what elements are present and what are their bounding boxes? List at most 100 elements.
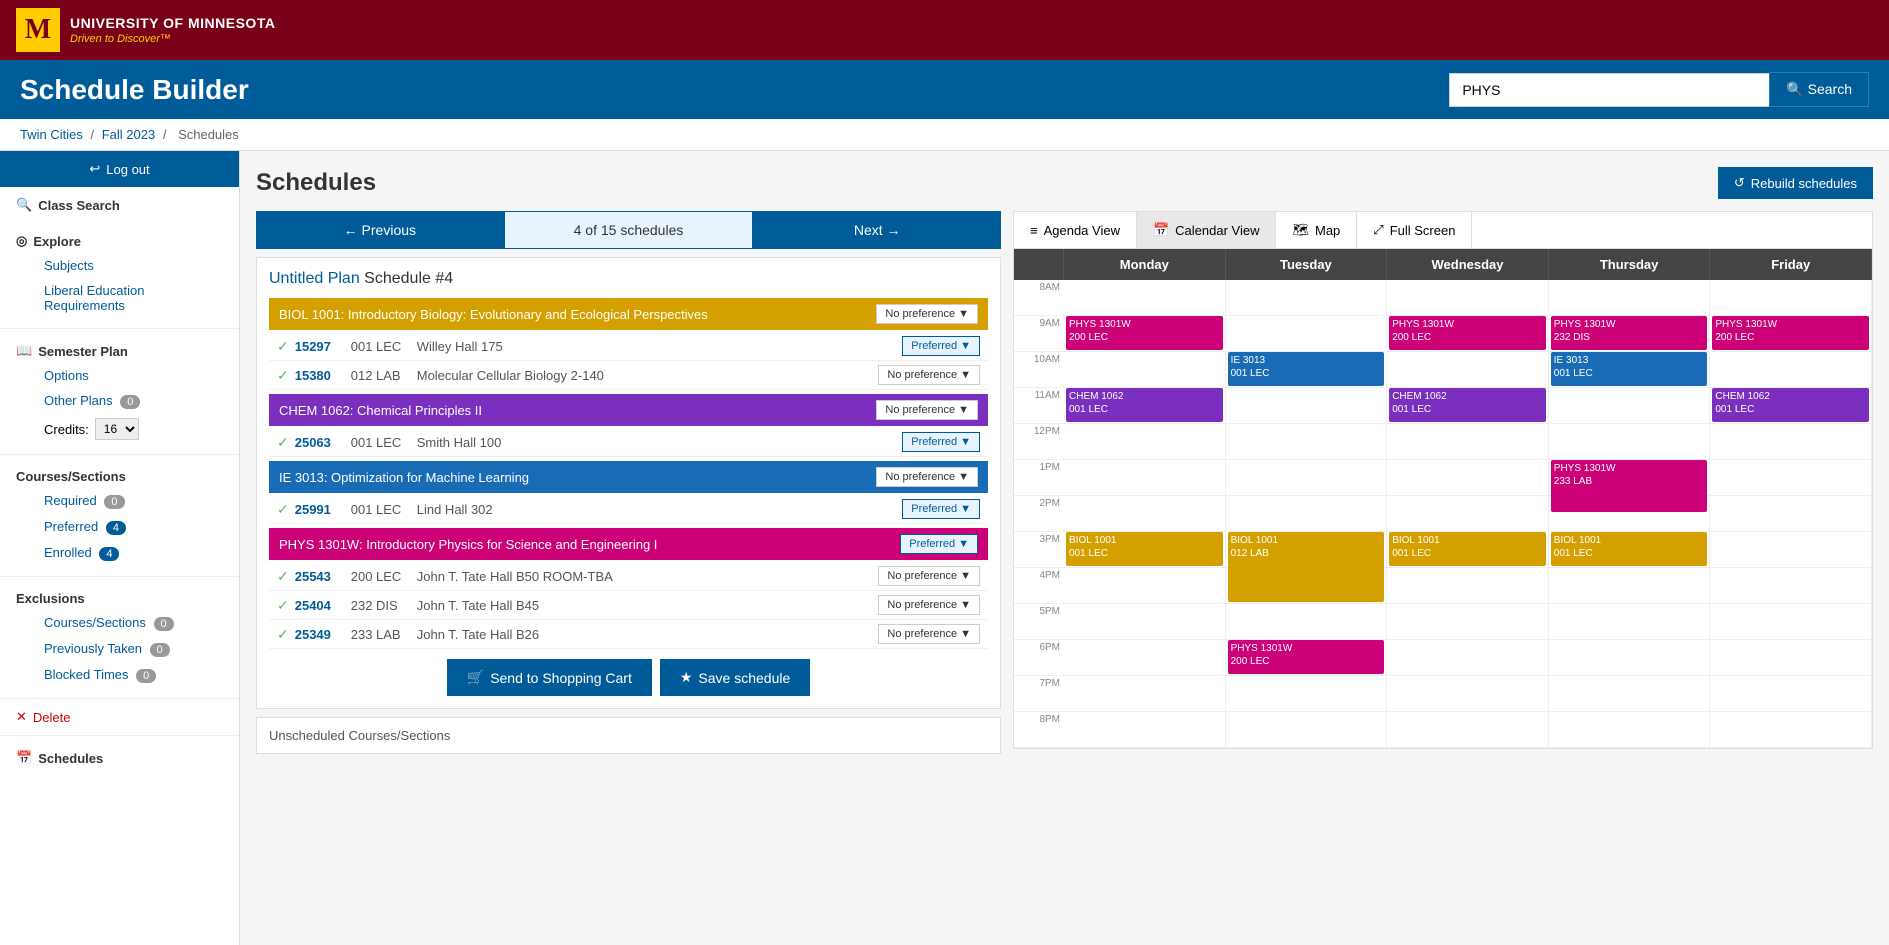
event-biol[interactable]: BIOL 1001001 LEC (1066, 532, 1223, 566)
section-pref-button[interactable]: No preference ▼ (878, 595, 980, 615)
event-phys[interactable]: PHYS 1301W200 LEC (1066, 316, 1223, 350)
event-phys[interactable]: PHYS 1301W200 LEC (1228, 640, 1385, 674)
credits-select[interactable]: 16 15 17 18 (95, 418, 139, 440)
hour-row (1549, 568, 1710, 604)
courses-excl-badge: 0 (154, 617, 174, 631)
event-biol[interactable]: BIOL 1001001 LEC (1551, 532, 1708, 566)
star-icon: ★ (680, 669, 693, 686)
section-num[interactable]: 15380 (295, 368, 345, 383)
section-room[interactable]: John T. Tate Hall B45 (417, 598, 873, 613)
check-icon: ✓ (277, 597, 289, 614)
ie-section-0: ✓ 25991 001 LEC Lind Hall 302 Preferred … (269, 495, 988, 524)
event-chem[interactable]: CHEM 1062001 LEC (1389, 388, 1546, 422)
section-room[interactable]: John T. Tate Hall B26 (417, 627, 873, 642)
rebuild-schedules-button[interactable]: ↺ Rebuild schedules (1718, 167, 1873, 199)
section-num[interactable]: 25991 (295, 502, 345, 517)
section-room[interactable]: Smith Hall 100 (417, 435, 897, 450)
event-phys[interactable]: PHYS 1301W200 LEC (1389, 316, 1546, 350)
tab-map[interactable]: 🗺 Map (1276, 212, 1357, 248)
biol-pref-button[interactable]: No preference ▼ (876, 304, 978, 324)
calendar-col-wednesday: PHYS 1301W200 LEC CHEM 1062001 LEC BIOL 10… (1387, 280, 1549, 748)
check-icon: ✓ (277, 501, 289, 518)
event-chem[interactable]: CHEM 1062001 LEC (1712, 388, 1869, 422)
section-room[interactable]: Lind Hall 302 (417, 502, 897, 517)
action-row: 🛒 Send to Shopping Cart ★ Save schedule (269, 659, 988, 696)
event-phys[interactable]: PHYS 1301W233 LAB (1551, 460, 1708, 512)
sidebar-item-prev-taken[interactable]: Previously Taken 0 (16, 636, 223, 662)
sidebar-item-required[interactable]: Required 0 (16, 488, 223, 514)
hour-row (1387, 496, 1548, 532)
sidebar-item-options[interactable]: Options (16, 363, 223, 388)
sidebar-item-blocked[interactable]: Blocked Times 0 (16, 662, 223, 688)
section-num[interactable]: 25349 (295, 627, 345, 642)
event-chem[interactable]: CHEM 1062001 LEC (1066, 388, 1223, 422)
semester-plan-title: 📖 Semester Plan (16, 343, 223, 359)
calendar-tabs: ≡ Agenda View 📅 Calendar View 🗺 Map ⤢ Fu… (1014, 212, 1872, 249)
section-num[interactable]: 25404 (295, 598, 345, 613)
section-pref-button[interactable]: Preferred ▼ (902, 336, 980, 356)
breadcrumb-fall2023[interactable]: Fall 2023 (102, 127, 155, 142)
sidebar-item-preferred[interactable]: Preferred 4 (16, 514, 223, 540)
ie-pref-button[interactable]: No preference ▼ (876, 467, 978, 487)
tab-full-screen[interactable]: ⤢ Full Screen (1357, 212, 1472, 248)
calendar-col-friday: PHYS 1301W200 LEC CHEM 1062001 LEC (1710, 280, 1872, 748)
hour-row (1710, 604, 1871, 640)
map-icon: 🗺 (1292, 222, 1309, 238)
event-biol[interactable]: BIOL 1001012 LAB (1228, 532, 1385, 602)
delete-button[interactable]: ✕ Delete (0, 703, 239, 731)
hour-row (1064, 676, 1225, 712)
sidebar-item-courses-excl[interactable]: Courses/Sections 0 (16, 610, 223, 636)
search-button[interactable]: 🔍 Search (1769, 72, 1869, 107)
breadcrumb-twin-cities[interactable]: Twin Cities (20, 127, 83, 142)
previous-button[interactable]: ← Previous (256, 211, 504, 249)
hour-row (1387, 676, 1548, 712)
top-bar: M UNIVERSITY OF MINNESOTA Driven to Disc… (0, 0, 1889, 60)
hour-row (1064, 280, 1225, 316)
sidebar-item-other-plans[interactable]: Other Plans 0 (16, 388, 223, 414)
section-pref-button[interactable]: No preference ▼ (878, 624, 980, 644)
chem-section-0: ✓ 25063 001 LEC Smith Hall 100 Preferred… (269, 428, 988, 457)
nav-row: ← Previous 4 of 15 schedules Next → (256, 211, 1001, 249)
event-ie[interactable]: IE 3013001 LEC (1551, 352, 1708, 386)
section-pref-button[interactable]: Preferred ▼ (902, 499, 980, 519)
plan-link[interactable]: Untitled Plan (269, 270, 360, 287)
friday-header: Friday (1710, 249, 1872, 280)
calendar-col-thursday: PHYS 1301W232 DISIE 3013001 LEC PHYS 1301… (1549, 280, 1711, 748)
sidebar-item-subjects[interactable]: Subjects (16, 253, 223, 278)
event-biol[interactable]: BIOL 1001001 LEC (1389, 532, 1546, 566)
search-input[interactable] (1449, 73, 1769, 107)
section-num[interactable]: 25543 (295, 569, 345, 584)
section-pref-button[interactable]: No preference ▼ (878, 365, 980, 385)
event-phys[interactable]: PHYS 1301W232 DIS (1551, 316, 1708, 350)
section-room[interactable]: John T. Tate Hall B50 ROOM-TBA (417, 569, 873, 584)
tab-agenda-view[interactable]: ≡ Agenda View (1014, 212, 1137, 248)
calendar-grid: Monday Tuesday Wednesday Thursday Friday… (1014, 249, 1872, 748)
next-button[interactable]: Next → (753, 211, 1001, 249)
section-num[interactable]: 15297 (295, 339, 345, 354)
section-type: 001 LEC (351, 502, 411, 517)
sidebar-class-search-section: 🔍 Class Search (0, 187, 239, 223)
sidebar-item-liberal-ed[interactable]: Liberal Education Requirements (16, 278, 223, 318)
hour-row (1387, 460, 1548, 496)
section-pref-button[interactable]: Preferred ▼ (902, 432, 980, 452)
chem-pref-button[interactable]: No preference ▼ (876, 400, 978, 420)
event-ie[interactable]: IE 3013001 LEC (1228, 352, 1385, 386)
search-icon: 🔍 (16, 197, 32, 213)
save-schedule-button[interactable]: ★ Save schedule (660, 659, 810, 696)
event-phys[interactable]: PHYS 1301W200 LEC (1712, 316, 1869, 350)
phys-pref-button[interactable]: Preferred ▼ (900, 534, 978, 554)
section-room[interactable]: Molecular Cellular Biology 2-140 (417, 368, 873, 383)
section-type: 233 LAB (351, 627, 411, 642)
section-num[interactable]: 25063 (295, 435, 345, 450)
section-room[interactable]: Willey Hall 175 (417, 339, 897, 354)
sidebar-explore-section: ◎ Explore Subjects Liberal Education Req… (0, 223, 239, 324)
send-to-cart-button[interactable]: 🛒 Send to Shopping Cart (447, 659, 652, 696)
tab-calendar-view[interactable]: 📅 Calendar View (1137, 212, 1277, 248)
logout-icon: ↩ (89, 161, 100, 177)
section-pref-button[interactable]: No preference ▼ (878, 566, 980, 586)
logout-button[interactable]: ↩ Log out (0, 151, 239, 187)
sidebar-item-enrolled[interactable]: Enrolled 4 (16, 540, 223, 566)
hour-row (1710, 568, 1871, 604)
hour-row (1064, 424, 1225, 460)
hour-row (1064, 460, 1225, 496)
